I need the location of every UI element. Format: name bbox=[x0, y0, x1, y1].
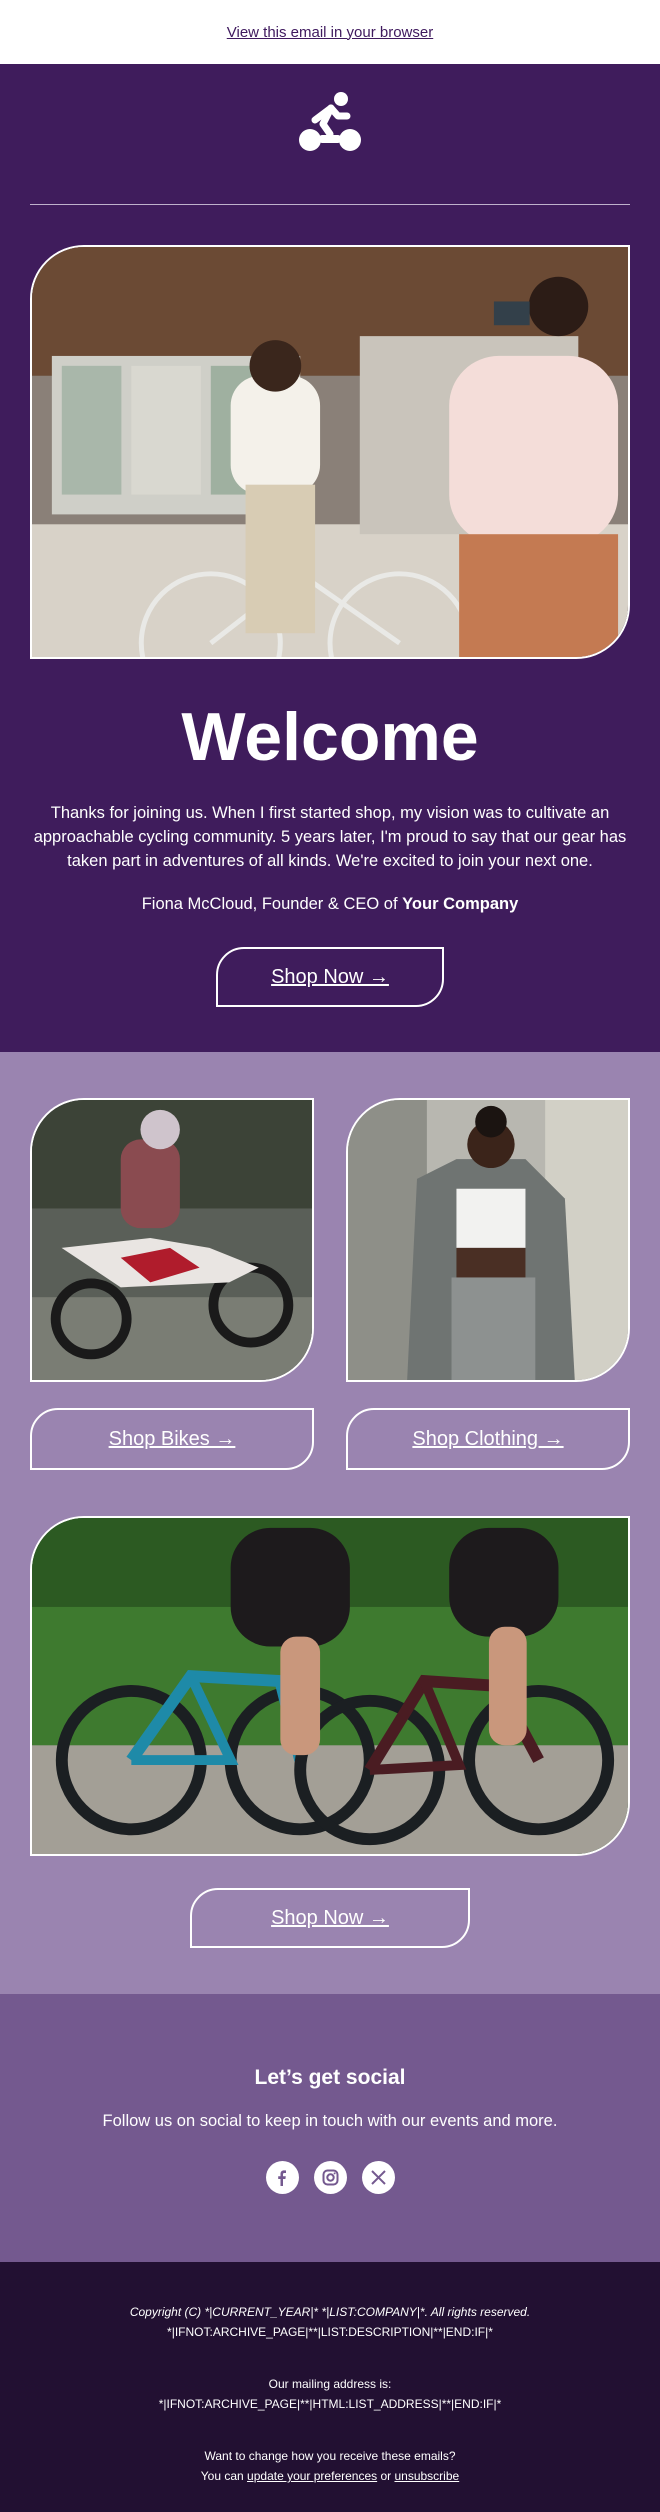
you-can-text: You can bbox=[200, 2469, 248, 2483]
social-section: Let’s get social Follow us on social to … bbox=[0, 1994, 660, 2262]
social-text: Follow us on social to keep in touch wit… bbox=[102, 2112, 558, 2130]
bikes-image bbox=[30, 1098, 314, 1382]
preferences-prompt: Want to change how you receive these ema… bbox=[204, 2449, 456, 2463]
footer: Copyright (C) *|CURRENT_YEAR|* *|LIST:CO… bbox=[0, 2262, 660, 2512]
logo bbox=[30, 90, 630, 200]
x-icon[interactable] bbox=[361, 2161, 395, 2194]
shop-clothing-button[interactable]: Shop Clothing → bbox=[346, 1408, 630, 1470]
preheader: View this email in your browser bbox=[0, 0, 660, 64]
bikes-card: Shop Bikes → bbox=[30, 1098, 314, 1470]
signature: Fiona McCloud, Founder & CEO of Your Com… bbox=[30, 895, 630, 914]
shop-bikes-button[interactable]: Shop Bikes → bbox=[30, 1408, 314, 1470]
facebook-icon[interactable] bbox=[265, 2161, 299, 2194]
social-heading: Let’s get social bbox=[254, 2066, 406, 2089]
clothing-card: Shop Clothing → bbox=[346, 1098, 630, 1470]
preferences-line: You can update your preferences or unsub… bbox=[0, 2466, 660, 2486]
instagram-icon[interactable] bbox=[313, 2161, 347, 2194]
or-text: or bbox=[377, 2469, 395, 2483]
intro-text: Thanks for joining us. When I first star… bbox=[33, 804, 627, 870]
copyright-text: Copyright (C) *|CURRENT_YEAR|* *|LIST:CO… bbox=[129, 2305, 531, 2319]
hero-image bbox=[30, 245, 630, 659]
unsubscribe-link[interactable]: unsubscribe bbox=[394, 2469, 459, 2483]
shop-now-button[interactable]: Shop Now → bbox=[216, 947, 444, 1007]
products-section: Shop Bikes → Shop Clothing → Shop Now → bbox=[0, 1052, 660, 1994]
cyclist-icon bbox=[299, 92, 361, 151]
signature-name: Fiona McCloud, Founder & CEO of bbox=[141, 895, 403, 913]
divider bbox=[30, 204, 630, 205]
view-in-browser-link[interactable]: View this email in your browser bbox=[227, 24, 433, 41]
welcome-title: Welcome bbox=[181, 699, 479, 775]
mailing-address-merge: *|IFNOT:ARCHIVE_PAGE|**|HTML:LIST_ADDRES… bbox=[158, 2397, 502, 2411]
clothing-image bbox=[346, 1098, 630, 1382]
mailing-address-label: Our mailing address is: bbox=[268, 2377, 392, 2391]
hero-section: Welcome Thanks for joining us. When I fi… bbox=[0, 64, 660, 1052]
shop-now-button-secondary[interactable]: Shop Now → bbox=[190, 1888, 470, 1948]
signature-company: Your Company bbox=[402, 895, 519, 913]
social-icons bbox=[0, 2161, 660, 2194]
list-description-merge: *|IFNOT:ARCHIVE_PAGE|**|LIST:DESCRIPTION… bbox=[167, 2325, 493, 2339]
cyclists-image bbox=[30, 1516, 630, 1856]
update-preferences-link[interactable]: update your preferences bbox=[247, 2469, 377, 2483]
